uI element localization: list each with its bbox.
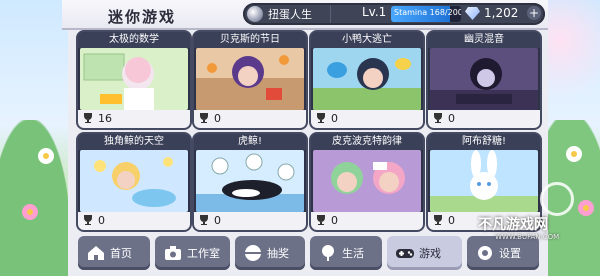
card-title: 小鸭大逃亡 <box>311 32 423 48</box>
nav-lottery-label: 抽奖 <box>267 247 289 260</box>
nav-games-button[interactable]: 游戏 <box>387 236 462 270</box>
card-artwork <box>196 150 304 212</box>
nav-studio-button[interactable]: 工作室 <box>155 236 230 270</box>
card-score: 0 <box>331 214 338 227</box>
card-title: 独角鲸的天空 <box>78 134 190 150</box>
stamina-label: Stamina 168/200 <box>394 8 461 17</box>
card-footer <box>194 212 306 230</box>
card-artwork <box>313 150 421 212</box>
card-title: 幽灵混音 <box>428 32 540 48</box>
nav-settings-button[interactable]: 设置 <box>467 236 539 270</box>
gacha-life-label[interactable]: 扭蛋人生 <box>268 6 312 22</box>
trophy-icon <box>200 215 208 225</box>
camera-icon <box>165 246 181 260</box>
card-score: 0 <box>331 112 338 125</box>
minigame-card[interactable]: 皮克波克特韵律 0 <box>311 134 423 230</box>
bush-left <box>0 120 70 276</box>
nav-games-label: 游戏 <box>419 247 441 260</box>
card-score: 0 <box>214 112 221 125</box>
card-footer <box>194 110 306 128</box>
card-score: 0 <box>448 214 455 227</box>
nav-home-button[interactable]: 首页 <box>78 236 150 270</box>
nav-life-label: 生活 <box>342 247 364 260</box>
card-artwork <box>80 150 188 212</box>
nav-home-label: 首页 <box>110 247 132 260</box>
card-title: 皮克波克特韵律 <box>311 134 423 150</box>
gamepad-icon <box>396 249 414 258</box>
trophy-icon <box>434 215 442 225</box>
card-footer <box>311 212 423 230</box>
card-score: 0 <box>214 214 221 227</box>
divider <box>330 5 331 23</box>
card-title: 虎鲸! <box>194 134 306 150</box>
watermark-url: WWW.BUFAN.COM <box>495 233 560 241</box>
trophy-icon <box>84 215 92 225</box>
card-score: 0 <box>98 214 105 227</box>
flower-decoration <box>578 200 594 216</box>
trophy-icon <box>84 113 92 123</box>
card-title: 贝克斯的节日 <box>194 32 306 48</box>
watermark-logo <box>540 182 574 216</box>
card-artwork <box>430 48 538 110</box>
player-level: Lv.1 <box>362 5 387 19</box>
minigame-card[interactable]: 贝克斯的节日 0 <box>194 32 306 128</box>
trophy-icon <box>434 113 442 123</box>
card-footer <box>428 110 540 128</box>
card-artwork <box>430 150 538 212</box>
minigame-card[interactable]: 太极的数学 16 <box>78 32 190 128</box>
flower-decoration <box>22 204 38 220</box>
minigame-card[interactable]: 小鸭大逃亡 0 <box>311 32 423 128</box>
watermark-text: 不凡游戏网 <box>478 217 548 233</box>
trophy-icon <box>317 113 325 123</box>
card-footer <box>78 110 190 128</box>
trophy-icon <box>200 113 208 123</box>
gear-icon <box>478 246 492 260</box>
card-artwork <box>80 48 188 110</box>
gacha-ball-icon[interactable] <box>247 6 263 22</box>
card-score: 16 <box>98 112 112 125</box>
page-title: 迷你游戏 <box>108 8 177 26</box>
flower-decoration <box>38 148 54 164</box>
nav-lottery-button[interactable]: 抽奖 <box>235 236 305 270</box>
nav-life-button[interactable]: 生活 <box>310 236 382 270</box>
minigame-card[interactable]: 独角鲸的天空 0 <box>78 134 190 230</box>
nav-settings-label: 设置 <box>499 247 521 260</box>
gacha-ball-icon <box>245 245 261 261</box>
minigame-card[interactable]: 虎鲸! 0 <box>194 134 306 230</box>
card-artwork <box>196 48 304 110</box>
card-footer <box>78 212 190 230</box>
card-title: 太极的数学 <box>78 32 190 48</box>
nav-studio-label: 工作室 <box>187 247 220 260</box>
card-title: 阿布舒糖! <box>428 134 540 150</box>
flower-decoration <box>566 146 582 162</box>
card-footer <box>311 110 423 128</box>
tree-icon <box>322 245 334 261</box>
trophy-icon <box>317 215 325 225</box>
card-score: 0 <box>448 112 455 125</box>
card-artwork <box>313 48 421 110</box>
minigame-card[interactable]: 幽灵混音 0 <box>428 32 540 128</box>
stamina-bar: Stamina 168/200 <box>391 6 461 22</box>
gem-count: 1,202 <box>484 6 519 20</box>
add-gems-button[interactable]: + <box>527 6 541 20</box>
home-icon <box>88 246 104 260</box>
